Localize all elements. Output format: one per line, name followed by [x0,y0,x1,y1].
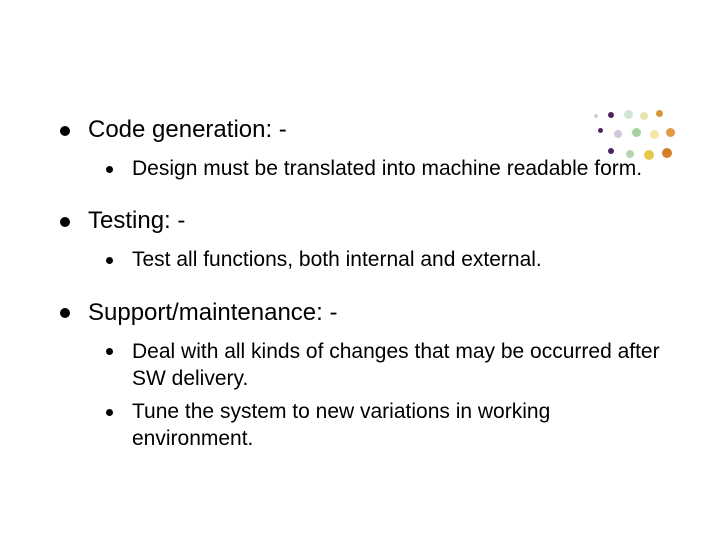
sub-item: Test all functions, both internal and ex… [106,246,670,273]
bullet-list: Code generation: - Design must be transl… [60,115,670,453]
sub-list: Test all functions, both internal and ex… [88,246,670,273]
sub-list: Deal with all kinds of changes that may … [88,338,670,453]
list-item: Support/maintenance: - Deal with all kin… [60,298,670,453]
sub-list: Design must be translated into machine r… [88,155,670,182]
sub-item-text: Design must be translated into machine r… [132,157,642,180]
sub-item: Deal with all kinds of changes that may … [106,338,670,393]
sub-item: Tune the system to new variations in wor… [106,398,670,453]
slide: Code generation: - Design must be transl… [0,0,720,540]
sub-item-text: Deal with all kinds of changes that may … [132,340,660,390]
item-heading: Testing: - [88,207,185,234]
item-heading: Support/maintenance: - [88,299,337,326]
sub-item-text: Test all functions, both internal and ex… [132,248,542,271]
list-item: Testing: - Test all functions, both inte… [60,206,670,273]
item-heading: Code generation: - [88,116,287,143]
list-item: Code generation: - Design must be transl… [60,115,670,182]
sub-item-text: Tune the system to new variations in wor… [132,400,550,450]
sub-item: Design must be translated into machine r… [106,155,670,182]
